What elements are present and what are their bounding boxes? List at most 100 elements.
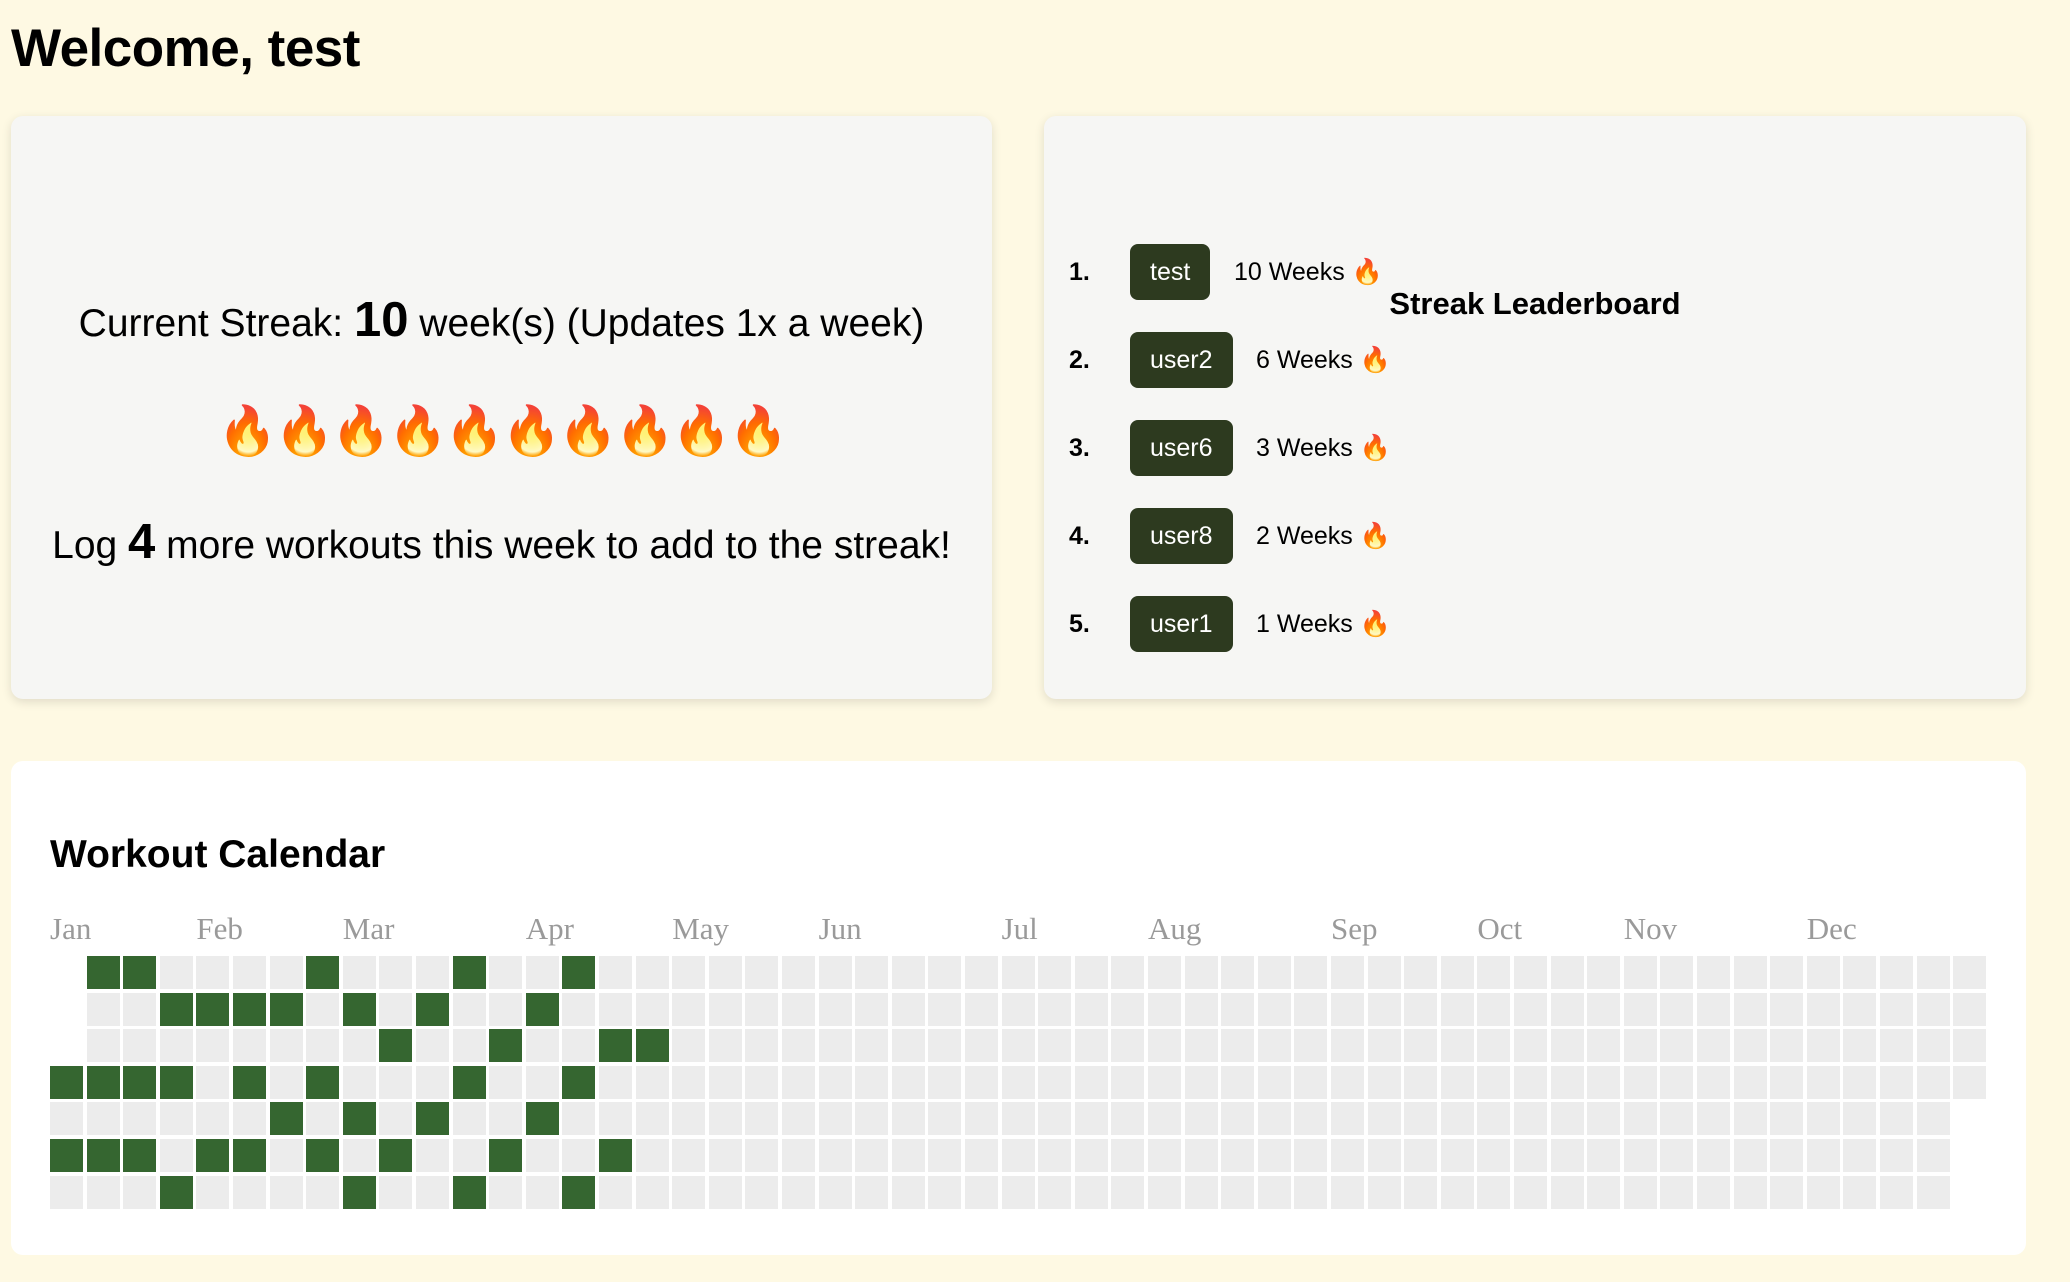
calendar-day-cell[interactable] <box>1148 956 1181 989</box>
calendar-day-cell[interactable] <box>50 1139 83 1172</box>
calendar-day-cell[interactable] <box>233 1065 266 1099</box>
calendar-day-cell[interactable] <box>891 1029 925 1063</box>
calendar-day-cell[interactable] <box>965 1065 998 1099</box>
calendar-day-cell[interactable] <box>1367 1029 1401 1063</box>
calendar-day-cell[interactable] <box>1111 1029 1145 1063</box>
calendar-day-cell[interactable] <box>86 992 120 1026</box>
calendar-day-cell[interactable] <box>1880 956 1913 989</box>
calendar-day-cell[interactable] <box>1294 1065 1328 1099</box>
calendar-day-cell[interactable] <box>1770 956 1804 989</box>
calendar-day-cell[interactable] <box>1623 1175 1657 1209</box>
calendar-day-cell[interactable] <box>965 1029 998 1063</box>
calendar-day-cell[interactable] <box>672 1139 706 1172</box>
calendar-day-cell[interactable] <box>1294 956 1328 989</box>
calendar-day-cell[interactable] <box>86 1175 120 1209</box>
calendar-day-cell[interactable] <box>233 1102 266 1136</box>
calendar-day-cell[interactable] <box>1770 1139 1804 1172</box>
calendar-day-cell[interactable] <box>1770 1102 1804 1136</box>
calendar-day-cell[interactable] <box>1038 1029 1072 1063</box>
calendar-day-cell[interactable] <box>1001 1065 1035 1099</box>
calendar-day-cell[interactable] <box>1770 1065 1804 1099</box>
calendar-day-cell[interactable] <box>1697 1175 1730 1209</box>
calendar-day-cell[interactable] <box>891 1139 925 1172</box>
calendar-day-cell[interactable] <box>306 1029 340 1063</box>
calendar-day-cell[interactable] <box>891 1065 925 1099</box>
calendar-day-cell[interactable] <box>1257 1102 1291 1136</box>
calendar-day-cell[interactable] <box>123 1029 157 1063</box>
calendar-day-cell[interactable] <box>159 1139 193 1172</box>
calendar-day-cell[interactable] <box>123 1065 157 1099</box>
calendar-day-cell[interactable] <box>1074 1065 1108 1099</box>
calendar-day-cell[interactable] <box>1257 1175 1291 1209</box>
calendar-day-cell[interactable] <box>1221 992 1255 1026</box>
calendar-day-cell[interactable] <box>489 1029 523 1063</box>
calendar-day-cell[interactable] <box>1074 1175 1108 1209</box>
calendar-day-cell[interactable] <box>708 1029 742 1063</box>
calendar-day-cell[interactable] <box>1184 1065 1218 1099</box>
calendar-day-cell[interactable] <box>1294 1175 1328 1209</box>
calendar-day-cell[interactable] <box>1806 1029 1840 1063</box>
calendar-day-cell[interactable] <box>269 1029 303 1063</box>
calendar-day-cell[interactable] <box>1733 1175 1767 1209</box>
calendar-day-cell[interactable] <box>782 1102 815 1136</box>
calendar-day-cell[interactable] <box>1221 956 1255 989</box>
calendar-day-cell[interactable] <box>1550 1102 1584 1136</box>
calendar-day-cell[interactable] <box>562 1102 596 1136</box>
calendar-day-cell[interactable] <box>562 1139 596 1172</box>
calendar-day-cell[interactable] <box>708 1139 742 1172</box>
calendar-day-cell[interactable] <box>1697 956 1730 989</box>
calendar-day-cell[interactable] <box>672 992 706 1026</box>
calendar-day-cell[interactable] <box>855 1102 889 1136</box>
calendar-day-cell[interactable] <box>745 1029 779 1063</box>
calendar-day-cell[interactable] <box>1587 956 1621 989</box>
calendar-day-cell[interactable] <box>928 1102 962 1136</box>
calendar-day-cell[interactable] <box>928 1029 962 1063</box>
calendar-day-cell[interactable] <box>1257 1139 1291 1172</box>
calendar-day-cell[interactable] <box>1477 1065 1511 1099</box>
calendar-day-cell[interactable] <box>1880 1102 1913 1136</box>
calendar-day-cell[interactable] <box>1404 1102 1438 1136</box>
calendar-day-cell[interactable] <box>1331 1029 1364 1063</box>
calendar-day-cell[interactable] <box>965 956 998 989</box>
calendar-day-cell[interactable] <box>1477 1029 1511 1063</box>
calendar-day-cell[interactable] <box>86 1102 120 1136</box>
calendar-day-cell[interactable] <box>86 1029 120 1063</box>
calendar-day-cell[interactable] <box>855 1029 889 1063</box>
calendar-day-cell[interactable] <box>1404 992 1438 1026</box>
calendar-day-cell[interactable] <box>1331 1102 1364 1136</box>
calendar-day-cell[interactable] <box>1587 1175 1621 1209</box>
calendar-day-cell[interactable] <box>745 1139 779 1172</box>
calendar-day-cell[interactable] <box>891 956 925 989</box>
calendar-day-cell[interactable] <box>745 992 779 1026</box>
calendar-day-cell[interactable] <box>525 1029 559 1063</box>
calendar-day-cell[interactable] <box>562 992 596 1026</box>
calendar-day-cell[interactable] <box>269 956 303 989</box>
calendar-day-cell[interactable] <box>1880 1029 1913 1063</box>
calendar-day-cell[interactable] <box>1806 1139 1840 1172</box>
calendar-day-cell[interactable] <box>342 1139 376 1172</box>
calendar-day-cell[interactable] <box>1111 1065 1145 1099</box>
calendar-day-cell[interactable] <box>489 1175 523 1209</box>
calendar-day-cell[interactable] <box>1038 1102 1072 1136</box>
calendar-day-cell[interactable] <box>1221 1029 1255 1063</box>
calendar-day-cell[interactable] <box>306 1102 340 1136</box>
calendar-day-cell[interactable] <box>891 992 925 1026</box>
calendar-day-cell[interactable] <box>269 992 303 1026</box>
calendar-day-cell[interactable] <box>1770 992 1804 1026</box>
calendar-day-cell[interactable] <box>1477 992 1511 1026</box>
calendar-day-cell[interactable] <box>1148 1102 1181 1136</box>
calendar-day-cell[interactable] <box>1843 1102 1877 1136</box>
calendar-day-cell[interactable] <box>1916 1065 1950 1099</box>
calendar-day-cell[interactable] <box>965 1139 998 1172</box>
calendar-day-cell[interactable] <box>1001 956 1035 989</box>
calendar-day-cell[interactable] <box>1331 1175 1364 1209</box>
calendar-day-cell[interactable] <box>1257 1065 1291 1099</box>
calendar-day-cell[interactable] <box>635 1175 669 1209</box>
calendar-day-cell[interactable] <box>1916 992 1950 1026</box>
calendar-day-cell[interactable] <box>1184 956 1218 989</box>
calendar-day-cell[interactable] <box>1257 956 1291 989</box>
calendar-day-cell[interactable] <box>159 1102 193 1136</box>
calendar-day-cell[interactable] <box>1440 1139 1474 1172</box>
calendar-day-cell[interactable] <box>1587 1102 1621 1136</box>
calendar-day-cell[interactable] <box>855 1139 889 1172</box>
